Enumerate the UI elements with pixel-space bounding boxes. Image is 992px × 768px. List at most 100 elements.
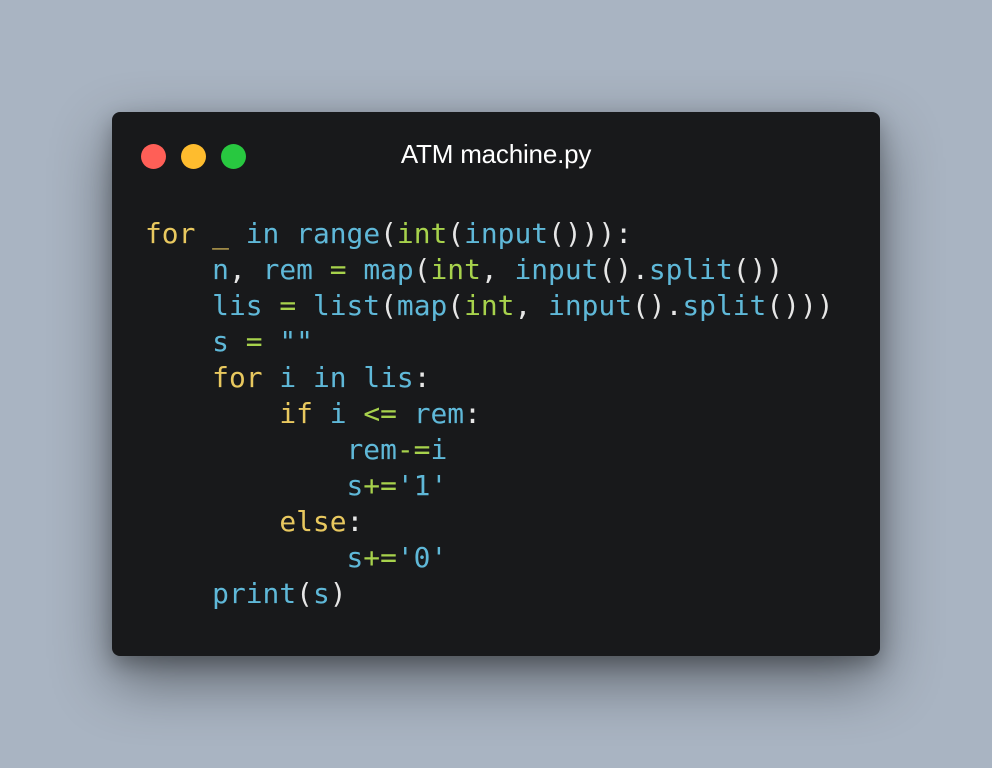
- code-token: i: [430, 433, 448, 466]
- code-token: n: [212, 253, 229, 286]
- code-token: lis: [212, 289, 263, 322]
- code-token: for: [145, 217, 196, 250]
- code-line: print(s): [145, 576, 834, 612]
- code-line: lis = list(map(int, input().split())): [145, 288, 834, 324]
- code-token: if: [279, 397, 313, 430]
- code-block: for _ in range(int(input())): n, rem = m…: [145, 216, 834, 612]
- code-line: s+='0': [145, 540, 834, 576]
- code-token: ): [329, 577, 347, 610]
- code-window: ATM machine.py for _ in range(int(input(…: [112, 112, 880, 656]
- code-token: in: [245, 217, 280, 250]
- code-token: split: [682, 289, 767, 322]
- code-token: rem: [346, 433, 397, 466]
- code-token: range: [296, 217, 381, 250]
- code-token: rem: [413, 397, 465, 430]
- code-token: list: [312, 289, 381, 322]
- code-token: ()): [732, 253, 784, 286]
- code-token: rem: [262, 253, 313, 286]
- code-token: in: [312, 361, 347, 394]
- code-token: input: [548, 289, 633, 322]
- code-token: +=: [363, 541, 397, 574]
- code-line: for _ in range(int(input())):: [145, 216, 834, 252]
- code-token: input: [464, 217, 549, 250]
- code-token: '0': [396, 541, 448, 574]
- code-token: for: [212, 361, 263, 394]
- code-line: if i <= rem:: [145, 396, 834, 432]
- code-token: :: [413, 361, 431, 394]
- code-token: ,: [514, 289, 549, 322]
- code-token: s: [346, 541, 364, 574]
- code-line: for i in lis:: [145, 360, 834, 396]
- code-line: rem-=i: [145, 432, 834, 468]
- code-token: s: [212, 325, 229, 358]
- code-token: s: [312, 577, 330, 610]
- window-title: ATM machine.py: [400, 139, 592, 169]
- code-token: =: [245, 325, 263, 358]
- code-token: split: [648, 253, 733, 286]
- code-token: +=: [363, 469, 397, 502]
- code-token: (: [413, 253, 431, 286]
- code-token: _: [212, 217, 229, 250]
- code-token: =: [329, 253, 347, 286]
- window-titlebar: ATM machine.py: [112, 112, 880, 200]
- code-token: ().: [632, 289, 683, 322]
- code-token: (: [447, 217, 465, 250]
- code-token: "": [279, 325, 313, 358]
- code-token: <=: [363, 397, 397, 430]
- code-line: s+='1': [145, 468, 834, 504]
- code-token: int: [464, 289, 515, 322]
- code-token: s: [346, 469, 364, 502]
- code-token: :: [464, 397, 481, 430]
- code-line: s = "": [145, 324, 834, 360]
- code-token: map: [363, 253, 414, 286]
- code-token: =: [279, 289, 297, 322]
- code-token: map: [396, 289, 448, 322]
- code-token: ,: [480, 253, 515, 286]
- code-token: lis: [363, 361, 414, 394]
- code-token: print: [212, 577, 297, 610]
- code-token: (: [380, 289, 397, 322]
- code-token: int: [430, 253, 481, 286]
- code-token: i: [329, 397, 347, 430]
- code-line: else:: [145, 504, 834, 540]
- code-token: i: [279, 361, 297, 394]
- code-token: ,: [228, 253, 263, 286]
- code-token: (: [296, 577, 313, 610]
- code-token: ())): [766, 289, 834, 322]
- code-token: else: [279, 505, 347, 538]
- code-token: ())):: [548, 217, 633, 250]
- code-token: ().: [598, 253, 649, 286]
- code-token: int: [396, 217, 448, 250]
- code-line: n, rem = map(int, input().split()): [145, 252, 834, 288]
- code-token: -=: [396, 433, 431, 466]
- code-token: (: [380, 217, 397, 250]
- code-token: '1': [396, 469, 448, 502]
- code-token: input: [514, 253, 599, 286]
- code-token: (: [447, 289, 465, 322]
